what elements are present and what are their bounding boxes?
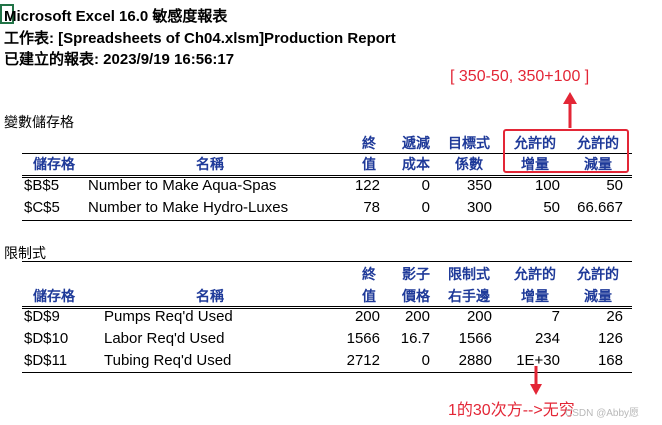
con-row-1-inc[interactable]: 7 bbox=[505, 308, 560, 325]
con-row-2-rhs[interactable]: 1566 bbox=[440, 330, 492, 347]
c-hdr-dec-1: 允許的 bbox=[577, 266, 619, 282]
con-row-1-rhs[interactable]: 200 bbox=[440, 308, 492, 325]
con-row-3-rhs[interactable]: 2880 bbox=[440, 352, 492, 369]
hdr-coef-2: 係數 bbox=[455, 156, 483, 172]
c-hdr-rhs-1: 限制式 bbox=[448, 266, 490, 282]
con-row-1-shadow[interactable]: 200 bbox=[390, 308, 430, 325]
hdr-reduced-1: 遞減 bbox=[402, 135, 430, 151]
c-hdr-inc-1: 允許的 bbox=[514, 266, 556, 282]
var-row-1-cell[interactable]: $B$5 bbox=[24, 177, 59, 194]
con-row-1-cell[interactable]: $D$9 bbox=[24, 308, 60, 325]
hdr-cell: 儲存格 bbox=[33, 156, 75, 172]
highlight-box bbox=[503, 129, 629, 173]
hdr-reduced-2: 成本 bbox=[402, 156, 430, 172]
range-annotation: [ 350-50, 350+100 ] bbox=[450, 68, 590, 85]
var-row-1-name[interactable]: Number to Make Aqua-Spas bbox=[88, 177, 276, 194]
var-row-2-inc[interactable]: 50 bbox=[505, 199, 560, 216]
variables-bottomline bbox=[22, 220, 632, 221]
var-row-2-final[interactable]: 78 bbox=[330, 199, 380, 216]
c-hdr-final-1: 終 bbox=[362, 266, 376, 282]
var-row-1-dec[interactable]: 50 bbox=[565, 177, 623, 194]
c-hdr-shadow-1: 影子 bbox=[402, 266, 430, 282]
c-hdr-inc-2: 增量 bbox=[521, 288, 549, 304]
con-row-2-name[interactable]: Labor Req'd Used bbox=[104, 330, 224, 347]
var-row-1-coef[interactable]: 350 bbox=[440, 177, 492, 194]
infinity-annotation: 1的30次方-->无穷 bbox=[448, 402, 575, 419]
arrow-up-icon bbox=[563, 92, 577, 128]
report-created-line: 已建立的報表: 2023/9/19 16:56:17 bbox=[4, 51, 235, 68]
c-hdr-dec-2: 減量 bbox=[584, 288, 612, 304]
var-row-1-reduced[interactable]: 0 bbox=[390, 177, 430, 194]
arrow-down-icon bbox=[530, 366, 542, 395]
con-row-3-dec[interactable]: 168 bbox=[565, 352, 623, 369]
con-row-2-inc[interactable]: 234 bbox=[505, 330, 560, 347]
hdr-final-1: 終 bbox=[362, 135, 376, 151]
c-hdr-final-2: 值 bbox=[362, 288, 376, 304]
variables-section-title: 變數儲存格 bbox=[4, 114, 74, 130]
watermark-text: CSDN @Abby愿 bbox=[565, 408, 640, 419]
con-row-2-dec[interactable]: 126 bbox=[565, 330, 623, 347]
hdr-name: 名稱 bbox=[196, 156, 224, 172]
var-row-2-name[interactable]: Number to Make Hydro-Luxes bbox=[88, 199, 288, 216]
c-hdr-shadow-2: 價格 bbox=[402, 288, 430, 304]
con-row-3-cell[interactable]: $D$11 bbox=[24, 352, 67, 369]
con-row-3-final[interactable]: 2712 bbox=[330, 352, 380, 369]
con-row-2-shadow[interactable]: 16.7 bbox=[390, 330, 430, 347]
con-row-3-shadow[interactable]: 0 bbox=[390, 352, 430, 369]
c-hdr-name: 名稱 bbox=[196, 288, 224, 304]
var-row-2-dec[interactable]: 66.667 bbox=[565, 199, 623, 216]
var-row-1-final[interactable]: 122 bbox=[330, 177, 380, 194]
con-row-2-cell[interactable]: $D$10 bbox=[24, 330, 68, 347]
constraints-header-topline bbox=[22, 261, 632, 262]
report-sheet-line: 工作表: [Spreadsheets of Ch04.xlsm]Producti… bbox=[4, 30, 396, 47]
con-row-1-dec[interactable]: 26 bbox=[565, 308, 623, 325]
var-row-1-inc[interactable]: 100 bbox=[505, 177, 560, 194]
report-app-line: Microsoft Excel 16.0 敏感度報表 bbox=[4, 8, 228, 25]
hdr-final-2: 值 bbox=[362, 156, 376, 172]
hdr-coef-1: 目標式 bbox=[448, 135, 490, 151]
constraints-section-title: 限制式 bbox=[4, 245, 46, 261]
con-row-2-final[interactable]: 1566 bbox=[330, 330, 380, 347]
con-row-1-name[interactable]: Pumps Req'd Used bbox=[104, 308, 233, 325]
con-row-1-final[interactable]: 200 bbox=[330, 308, 380, 325]
var-row-2-cell[interactable]: $C$5 bbox=[24, 199, 60, 216]
var-row-2-coef[interactable]: 300 bbox=[440, 199, 492, 216]
c-hdr-rhs-2: 右手邊 bbox=[448, 288, 490, 304]
c-hdr-cell: 儲存格 bbox=[33, 288, 75, 304]
var-row-2-reduced[interactable]: 0 bbox=[390, 199, 430, 216]
con-row-3-name[interactable]: Tubing Req'd Used bbox=[104, 352, 231, 369]
